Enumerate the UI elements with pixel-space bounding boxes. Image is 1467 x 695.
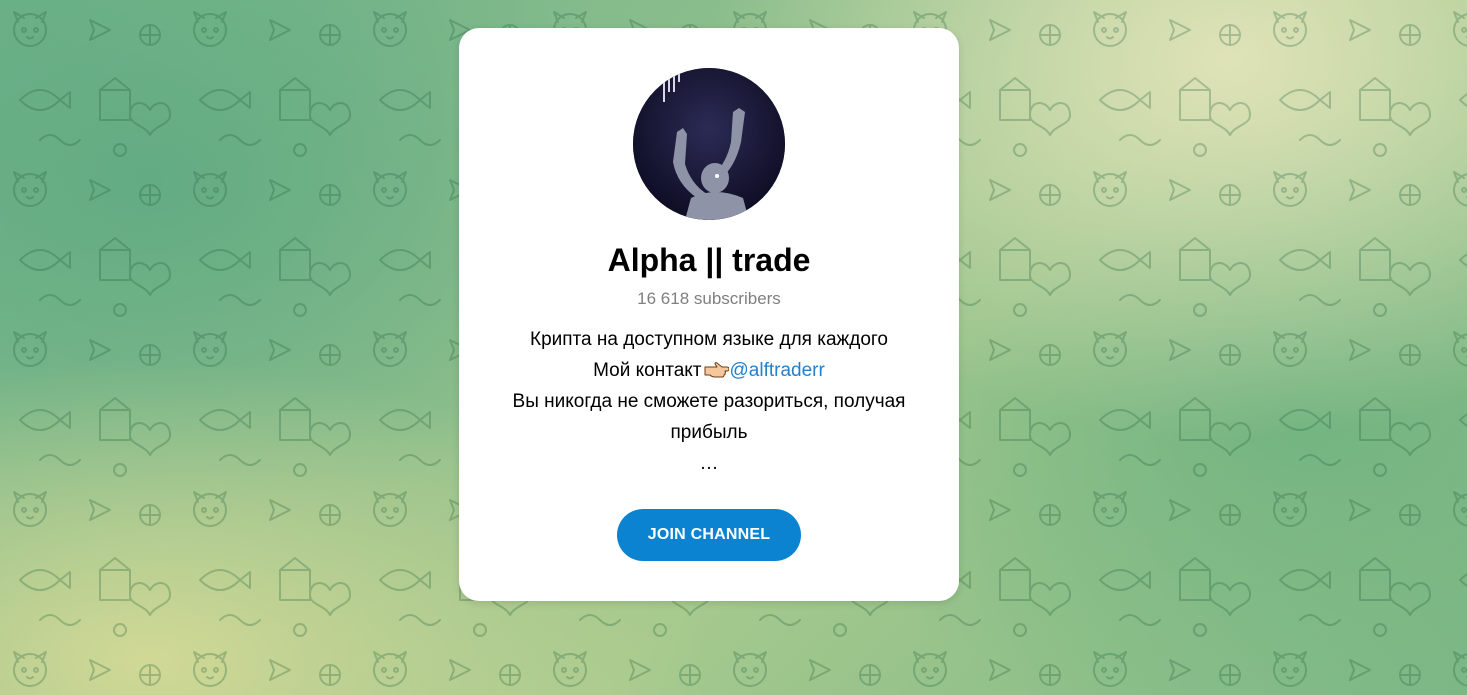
contact-link[interactable]: @alftraderr — [730, 360, 825, 381]
join-channel-button[interactable]: JOIN CHANNEL — [617, 509, 801, 561]
contact-label: Мой контакт — [593, 360, 702, 381]
subscriber-count: 16 618 subscribers — [637, 289, 781, 308]
description-line: Вы никогда не сможете разориться, получа… — [512, 391, 906, 443]
avatar-image-icon — [633, 68, 785, 220]
description-contact-line: Мой контакт @alftraderr — [489, 355, 929, 386]
channel-description: Крипта на доступном языке для каждого Мо… — [489, 324, 929, 479]
description-ellipsis: … — [699, 453, 719, 474]
channel-avatar — [633, 68, 785, 220]
pointing-hand-icon — [704, 362, 729, 378]
description-line: Крипта на доступном языке для каждого — [530, 329, 888, 350]
channel-title: Alpha || trade — [607, 242, 811, 278]
channel-card: Alpha || trade 16 618 subscribers Крипта… — [459, 28, 959, 601]
